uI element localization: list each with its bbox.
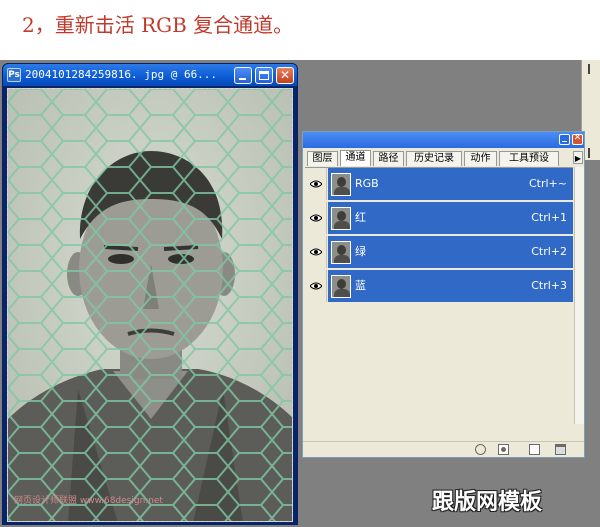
close-icon: ✕ [573, 133, 582, 143]
minimize-icon [239, 78, 246, 80]
panel-titlebar[interactable]: ✕ [303, 132, 584, 148]
visibility-toggle[interactable] [305, 202, 327, 234]
tab-history[interactable]: 历史记录 [406, 151, 462, 166]
save-selection-icon[interactable] [498, 444, 509, 455]
channel-row-green[interactable]: 绿 Ctrl+2 [305, 236, 573, 268]
channel-thumbnail [331, 241, 351, 264]
channel-row-blue[interactable]: 蓝 Ctrl+3 [305, 270, 573, 302]
close-button[interactable]: ✕ [276, 67, 294, 84]
panel-minimize-button[interactable] [559, 134, 570, 145]
minimize-button[interactable] [234, 67, 252, 84]
channel-name: RGB [355, 177, 379, 190]
eye-icon [310, 282, 322, 290]
document-window[interactable]: Ps 2004101284259816. jpg @ 66... ✕ [2, 63, 298, 525]
channel-thumbnail [331, 173, 351, 196]
channel-name: 绿 [355, 245, 366, 258]
channel-name: 红 [355, 211, 366, 224]
channel-list: RGB Ctrl+~ 红 Ctrl+1 绿 Ctrl+2 蓝 Ctrl+3 [305, 167, 573, 424]
document-title: 2004101284259816. jpg @ 66... [25, 68, 218, 81]
visibility-toggle[interactable] [305, 270, 327, 302]
tab-paths[interactable]: 路径 [373, 151, 404, 166]
channel-thumbnail [331, 207, 351, 230]
channel-name: 蓝 [355, 279, 366, 292]
eye-icon [310, 180, 322, 188]
document-titlebar[interactable]: Ps 2004101284259816. jpg @ 66... ✕ [3, 64, 297, 86]
channel-shortcut: Ctrl+1 [531, 211, 567, 224]
channel-shortcut: Ctrl+3 [531, 279, 567, 292]
channel-list-scrollbar[interactable] [574, 167, 584, 424]
photo-canvas[interactable] [7, 88, 293, 522]
tab-channels[interactable]: 通道 [340, 150, 371, 166]
portrait-photo [8, 89, 292, 521]
eye-icon [310, 248, 322, 256]
new-channel-icon[interactable] [529, 444, 540, 455]
toolbar-separator [588, 64, 590, 74]
watermark-right: 跟版网模板 [432, 490, 543, 515]
step-heading: 2，重新击活 RGB 复合通道。 [22, 13, 294, 37]
delete-channel-icon[interactable] [555, 444, 566, 455]
maximize-button[interactable] [255, 67, 273, 84]
tab-layers[interactable]: 图层 [307, 151, 338, 166]
maximize-icon [259, 71, 269, 80]
tab-actions[interactable]: 动作 [464, 151, 497, 166]
toolbar-separator [588, 148, 590, 158]
panel-menu-arrow-icon[interactable]: ▶ [573, 151, 583, 164]
channel-row-rgb[interactable]: RGB Ctrl+~ [305, 168, 573, 200]
close-icon: ✕ [279, 68, 291, 82]
channel-shortcut: Ctrl+2 [531, 245, 567, 258]
channel-shortcut: Ctrl+~ [528, 177, 567, 190]
watermark-left: 网页设计师联盟 www.68design.net [14, 496, 163, 506]
tab-tool-presets[interactable]: 工具预设 [499, 151, 559, 166]
channel-row-red[interactable]: 红 Ctrl+1 [305, 202, 573, 234]
panel-close-button[interactable]: ✕ [572, 133, 583, 145]
load-selection-icon[interactable] [475, 444, 486, 455]
channels-panel[interactable]: ✕ 图层 通道 路径 历史记录 动作 工具预设 ▶ RGB Ctrl+~ 红 C… [302, 131, 585, 458]
visibility-toggle[interactable] [305, 168, 327, 200]
minimize-icon [562, 141, 567, 142]
eye-icon [310, 214, 322, 222]
visibility-toggle[interactable] [305, 236, 327, 268]
channel-thumbnail [331, 275, 351, 298]
panel-footer [303, 441, 584, 457]
photoshop-app-icon[interactable]: Ps [7, 68, 21, 82]
